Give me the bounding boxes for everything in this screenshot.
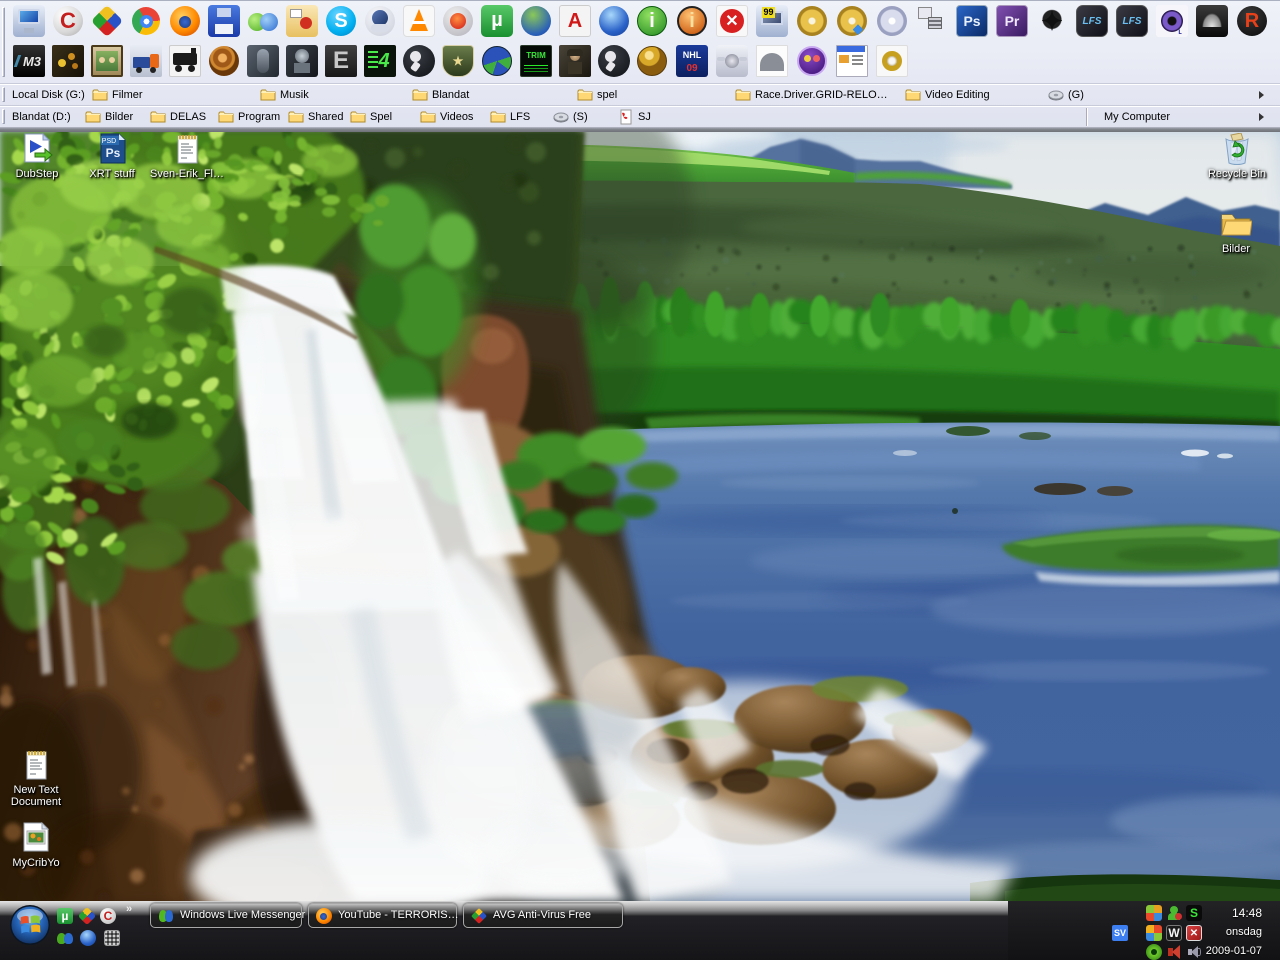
svg-text:Ps: Ps [106, 146, 121, 160]
svg-text:PSD: PSD [102, 138, 116, 145]
